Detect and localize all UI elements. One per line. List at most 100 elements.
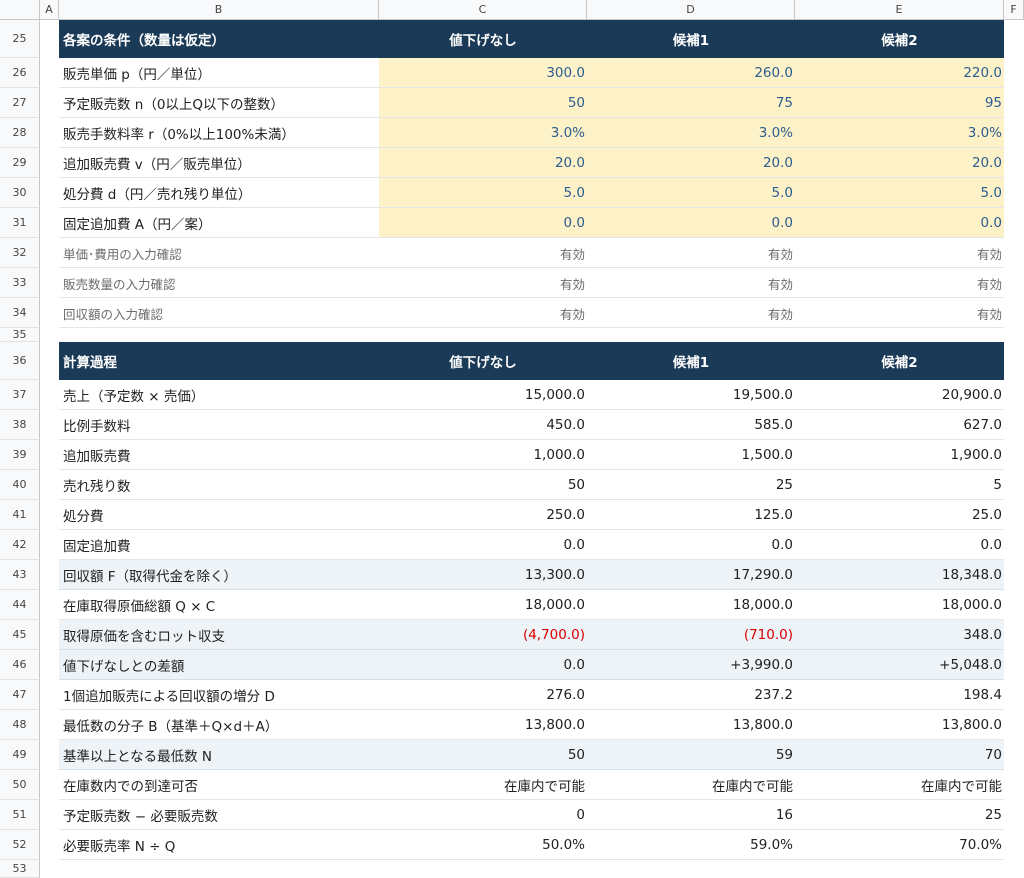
value-cell-e[interactable]: 18,348.0 [795,560,1004,590]
value-cell-c[interactable]: 300.0 [379,58,587,88]
row-label-cell[interactable]: 販売手数料率 r（0%以上100%未満） [59,118,379,148]
row-label-cell[interactable]: 固定追加費 A（円／案） [59,208,379,238]
cell-a[interactable] [40,470,59,500]
value-cell-e[interactable]: 18,000.0 [795,590,1004,620]
value-cell-e[interactable]: 在庫内で可能 [795,770,1004,800]
cell-a[interactable] [40,148,59,178]
cell-f[interactable] [1004,560,1024,590]
value-cell-d[interactable]: 25 [587,470,795,500]
value-cell-c[interactable]: 50 [379,470,587,500]
value-cell-e[interactable]: 有効 [795,298,1004,328]
value-cell-d[interactable] [587,328,795,342]
value-cell-d[interactable]: 在庫内で可能 [587,770,795,800]
column-header-d[interactable]: D [587,0,795,20]
cell-a[interactable] [40,208,59,238]
value-cell-c[interactable]: (4,700.0) [379,620,587,650]
value-cell-c[interactable]: 20.0 [379,148,587,178]
select-all-corner[interactable] [0,0,40,20]
row-header[interactable]: 37 [0,380,40,410]
value-cell-c[interactable]: 0.0 [379,530,587,560]
value-cell-c[interactable]: 在庫内で可能 [379,770,587,800]
cell-a[interactable] [40,680,59,710]
value-cell-d[interactable] [587,860,795,878]
row-label-cell[interactable]: 在庫取得原価総額 Q × C [59,590,379,620]
value-cell-d[interactable]: 有効 [587,238,795,268]
cell-a[interactable] [40,800,59,830]
value-cell-e[interactable]: 1,900.0 [795,440,1004,470]
row-label-cell[interactable]: 回収額 F（取得代金を除く） [59,560,379,590]
cell-f[interactable] [1004,380,1024,410]
value-cell-e[interactable]: 候補2 [795,342,1004,380]
cell-f[interactable] [1004,830,1024,860]
value-cell-d[interactable]: 0.0 [587,530,795,560]
row-label-cell[interactable]: 1個追加販売による回収額の増分 D [59,680,379,710]
value-cell-e[interactable]: 20,900.0 [795,380,1004,410]
row-label-cell[interactable]: 回収額の入力確認 [59,298,379,328]
value-cell-d[interactable]: 0.0 [587,208,795,238]
row-header[interactable]: 34 [0,298,40,328]
value-cell-d[interactable]: 1,500.0 [587,440,795,470]
row-label-cell[interactable]: 追加販売費 [59,440,379,470]
value-cell-e[interactable]: 25 [795,800,1004,830]
row-header[interactable]: 30 [0,178,40,208]
value-cell-d[interactable]: 19,500.0 [587,380,795,410]
value-cell-e[interactable]: 5 [795,470,1004,500]
cell-a[interactable] [40,620,59,650]
row-header[interactable]: 46 [0,650,40,680]
value-cell-e[interactable]: 70 [795,740,1004,770]
value-cell-c[interactable]: 50.0% [379,830,587,860]
row-header[interactable]: 28 [0,118,40,148]
row-label-cell[interactable]: 各案の条件（数量は仮定） [59,20,379,58]
cell-a[interactable] [40,268,59,298]
value-cell-c[interactable]: 5.0 [379,178,587,208]
value-cell-d[interactable]: 260.0 [587,58,795,88]
cell-f[interactable] [1004,58,1024,88]
cell-a[interactable] [40,560,59,590]
value-cell-c[interactable]: 値下げなし [379,342,587,380]
row-header[interactable]: 53 [0,860,40,878]
value-cell-c[interactable]: 有効 [379,298,587,328]
row-header[interactable]: 49 [0,740,40,770]
value-cell-c[interactable]: 50 [379,740,587,770]
value-cell-e[interactable]: 13,800.0 [795,710,1004,740]
cell-a[interactable] [40,650,59,680]
value-cell-d[interactable]: 17,290.0 [587,560,795,590]
cell-a[interactable] [40,20,59,58]
row-label-cell[interactable]: 処分費 [59,500,379,530]
row-label-cell[interactable]: 販売数量の入力確認 [59,268,379,298]
value-cell-c[interactable]: 450.0 [379,410,587,440]
value-cell-d[interactable]: 16 [587,800,795,830]
cell-a[interactable] [40,530,59,560]
cell-a[interactable] [40,342,59,380]
value-cell-d[interactable]: 5.0 [587,178,795,208]
value-cell-d[interactable]: 3.0% [587,118,795,148]
cell-f[interactable] [1004,590,1024,620]
value-cell-e[interactable]: 25.0 [795,500,1004,530]
row-label-cell[interactable]: 最低数の分子 B（基準＋Q×d＋A） [59,710,379,740]
value-cell-c[interactable]: 0.0 [379,208,587,238]
cell-f[interactable] [1004,440,1024,470]
value-cell-e[interactable]: +5,048.0 [795,650,1004,680]
cell-a[interactable] [40,238,59,268]
column-header-e[interactable]: E [795,0,1004,20]
column-header-f[interactable]: F [1004,0,1024,20]
value-cell-c[interactable]: 18,000.0 [379,590,587,620]
row-header[interactable]: 26 [0,58,40,88]
row-label-cell[interactable]: 基準以上となる最低数 N [59,740,379,770]
row-label-cell[interactable]: 必要販売率 N ÷ Q [59,830,379,860]
cell-f[interactable] [1004,410,1024,440]
row-label-cell[interactable]: 固定追加費 [59,530,379,560]
cell-f[interactable] [1004,500,1024,530]
cell-a[interactable] [40,830,59,860]
cell-a[interactable] [40,860,59,878]
cell-f[interactable] [1004,148,1024,178]
cell-f[interactable] [1004,268,1024,298]
row-header[interactable]: 33 [0,268,40,298]
value-cell-d[interactable]: +3,990.0 [587,650,795,680]
value-cell-e[interactable]: 0.0 [795,208,1004,238]
value-cell-c[interactable]: 15,000.0 [379,380,587,410]
cell-f[interactable] [1004,740,1024,770]
value-cell-e[interactable]: 348.0 [795,620,1004,650]
row-label-cell[interactable]: 計算過程 [59,342,379,380]
row-label-cell[interactable]: 比例手数料 [59,410,379,440]
